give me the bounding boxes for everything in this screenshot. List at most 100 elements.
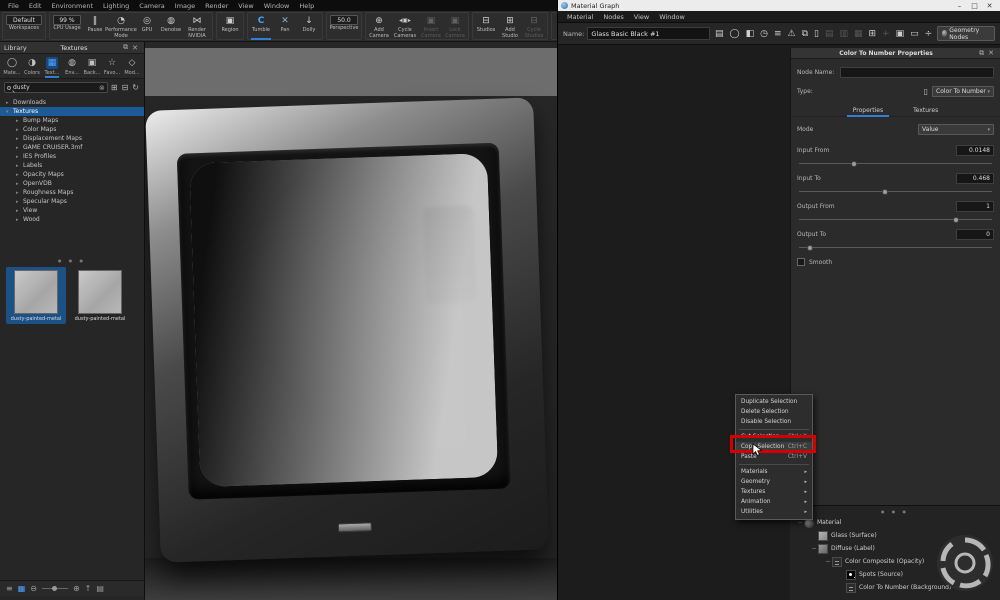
tab-backplates[interactable]: ▣ Back... [82, 57, 102, 76]
warnings-icon[interactable]: ⚠ [786, 25, 797, 43]
node-type-dropdown[interactable]: Color To Number▾ [932, 86, 994, 97]
input-to-field[interactable] [956, 173, 994, 184]
output-from-field[interactable] [956, 201, 994, 212]
refresh-icon[interactable]: ↻ [131, 83, 140, 92]
delete-node-icon[interactable]: ▯ [920, 87, 932, 96]
search-input[interactable] [13, 84, 97, 91]
menu-lighting[interactable]: Lighting [99, 2, 133, 10]
material-preview-icon[interactable]: ◯ [728, 25, 741, 43]
upload-icon[interactable]: ↑ [85, 584, 92, 593]
denoise-button[interactable]: ◍ Denoise [159, 13, 183, 39]
comment-icon[interactable]: ▭ [909, 25, 921, 43]
output-to-field[interactable] [956, 229, 994, 240]
tree-item-bump-maps[interactable]: ▸Bump Maps [0, 116, 144, 125]
texture-thumbnail-selected[interactable]: dusty-painted-metal [6, 267, 66, 324]
tab-textures[interactable]: Textures [911, 107, 940, 114]
menu-item-duplicate-selection[interactable]: Duplicate Selection [736, 397, 812, 407]
tree-item-opacity-maps[interactable]: ▸Opacity Maps [0, 170, 144, 179]
render-viewport[interactable] [145, 42, 557, 600]
group-icon[interactable]: ▤ [823, 25, 835, 43]
expand-group-icon[interactable]: ▦ [852, 25, 864, 43]
undock-icon[interactable]: ⧉ [121, 43, 130, 52]
splitter-handle[interactable]: ● ● ● [0, 254, 144, 265]
tab-textures[interactable]: ▦ Text... [42, 57, 62, 76]
menu-file[interactable]: File [4, 2, 23, 10]
tree-item-wood[interactable]: ▸Wood [0, 215, 144, 224]
delete-node-icon[interactable]: ▯ [813, 25, 821, 43]
workspaces-dropdown[interactable]: Default Workspaces [4, 13, 44, 39]
smooth-checkbox[interactable] [797, 258, 805, 266]
window-titlebar[interactable]: Material Graph – □ ✕ [558, 0, 1000, 11]
dolly-button[interactable]: ↓ Dolly [297, 13, 321, 39]
tree-item-openvdb[interactable]: ▸OpenVDB [0, 179, 144, 188]
add-camera-button[interactable]: ⊕ Add Camera [367, 13, 391, 39]
splitter-handle[interactable]: ● ● ● [790, 506, 1000, 516]
tab-favorites[interactable]: ☆ Favo... [102, 57, 122, 76]
minimize-button[interactable]: – [952, 2, 967, 10]
tab-models[interactable]: ◇ Mod... [122, 57, 142, 76]
region-button[interactable]: ▣ Region [218, 13, 242, 39]
tree-item-labels[interactable]: ▸Labels [0, 161, 144, 170]
input-from-field[interactable] [956, 145, 994, 156]
tab-properties[interactable]: Properties [851, 107, 885, 114]
perspective-field[interactable]: 50.0 Perspective [328, 13, 360, 39]
output-from-slider[interactable] [799, 219, 992, 220]
save-material-icon[interactable]: ▤ [713, 25, 725, 43]
close-icon[interactable]: ✕ [986, 49, 996, 57]
ungroup-icon[interactable]: ▥ [838, 25, 850, 43]
mode-dropdown[interactable]: Value▾ [918, 124, 994, 135]
cpu-usage-dropdown[interactable]: 99 % CPU Usage [51, 13, 83, 39]
maximize-button[interactable]: □ [967, 2, 982, 10]
input-to-slider[interactable] [799, 191, 992, 192]
mg-menu-window[interactable]: Window [654, 13, 690, 21]
menu-item-disable-selection[interactable]: Disable Selection [736, 417, 812, 427]
lock-camera-button[interactable]: ▣ Lock Camera [443, 13, 467, 39]
tree-item-specular-maps[interactable]: ▸Specular Maps [0, 197, 144, 206]
zoom-fit-icon[interactable]: ▣ [894, 25, 906, 43]
pause-button[interactable]: ‖ Pause [83, 13, 107, 39]
clear-search-icon[interactable]: ⊗ [99, 84, 105, 92]
zoom-in-icon[interactable]: ⊕ [73, 584, 80, 593]
filter-icon[interactable]: ≡ [772, 25, 783, 43]
history-icon[interactable]: ◷ [759, 25, 770, 43]
add-folder-icon[interactable]: ⊞ [110, 83, 119, 92]
pan-button[interactable]: ✕ Pan [273, 13, 297, 39]
list-view-icon[interactable]: ≡ [6, 584, 13, 593]
menu-image[interactable]: Image [171, 2, 199, 10]
menu-item-delete-selection[interactable]: Delete Selection [736, 407, 812, 417]
performance-mode-button[interactable]: ◔ Performance Mode [107, 13, 135, 39]
menu-window[interactable]: Window [260, 2, 294, 10]
texture-thumbnail[interactable]: dusty-painted-metal [70, 267, 130, 324]
tree-item-ies-profiles[interactable]: ▸IES Profiles [0, 152, 144, 161]
menu-item-paste[interactable]: PasteCtrl+V [736, 452, 812, 462]
menu-render[interactable]: Render [201, 2, 232, 10]
tree-item-material[interactable]: −Material [790, 516, 1000, 529]
menu-item-materials[interactable]: Materials▸ [736, 467, 812, 477]
material-name-input[interactable] [587, 27, 710, 40]
output-to-slider[interactable] [799, 247, 992, 248]
folder-icon[interactable]: ▤ [96, 584, 104, 593]
auto-layout-icon[interactable]: ⊞ [867, 25, 878, 43]
tab-environments[interactable]: ◍ Env... [62, 57, 82, 76]
insert-camera-button[interactable]: ▣ Insert Camera [419, 13, 443, 39]
tree-item-displacement-maps[interactable]: ▸Displacement Maps [0, 134, 144, 143]
menu-camera[interactable]: Camera [135, 2, 169, 10]
zoom-out-icon[interactable]: ⊖ [30, 584, 37, 593]
thumbnail-size-slider[interactable] [42, 588, 68, 589]
split-view-icon[interactable]: ÷ [923, 25, 934, 43]
menu-item-geometry[interactable]: Geometry▸ [736, 477, 812, 487]
menu-item-utilities[interactable]: Utilities▸ [736, 507, 812, 517]
cycle-cameras-button[interactable]: ◂▣▸ Cycle Cameras [391, 13, 419, 39]
cycle-studios-button[interactable]: ⊟ Cycle Studios [522, 13, 546, 39]
tumble-button[interactable]: C Tumble [249, 13, 273, 39]
geometry-nodes-toggle[interactable]: Geometry Nodes [937, 26, 995, 41]
tree-item-downloads[interactable]: ▸Downloads [0, 98, 144, 107]
tab-materials[interactable]: ◯ Mate... [2, 57, 22, 76]
input-from-slider[interactable] [799, 163, 992, 164]
tree-item-textures[interactable]: ▾Textures [0, 107, 144, 116]
add-studio-button[interactable]: ⊞ Add Studio [498, 13, 522, 39]
gpu-button[interactable]: ◎ GPU [135, 13, 159, 39]
remove-folder-icon[interactable]: ⊟ [121, 83, 130, 92]
grid-view-icon[interactable]: ▦ [18, 584, 26, 593]
tab-colors[interactable]: ◑ Colors [22, 57, 42, 76]
